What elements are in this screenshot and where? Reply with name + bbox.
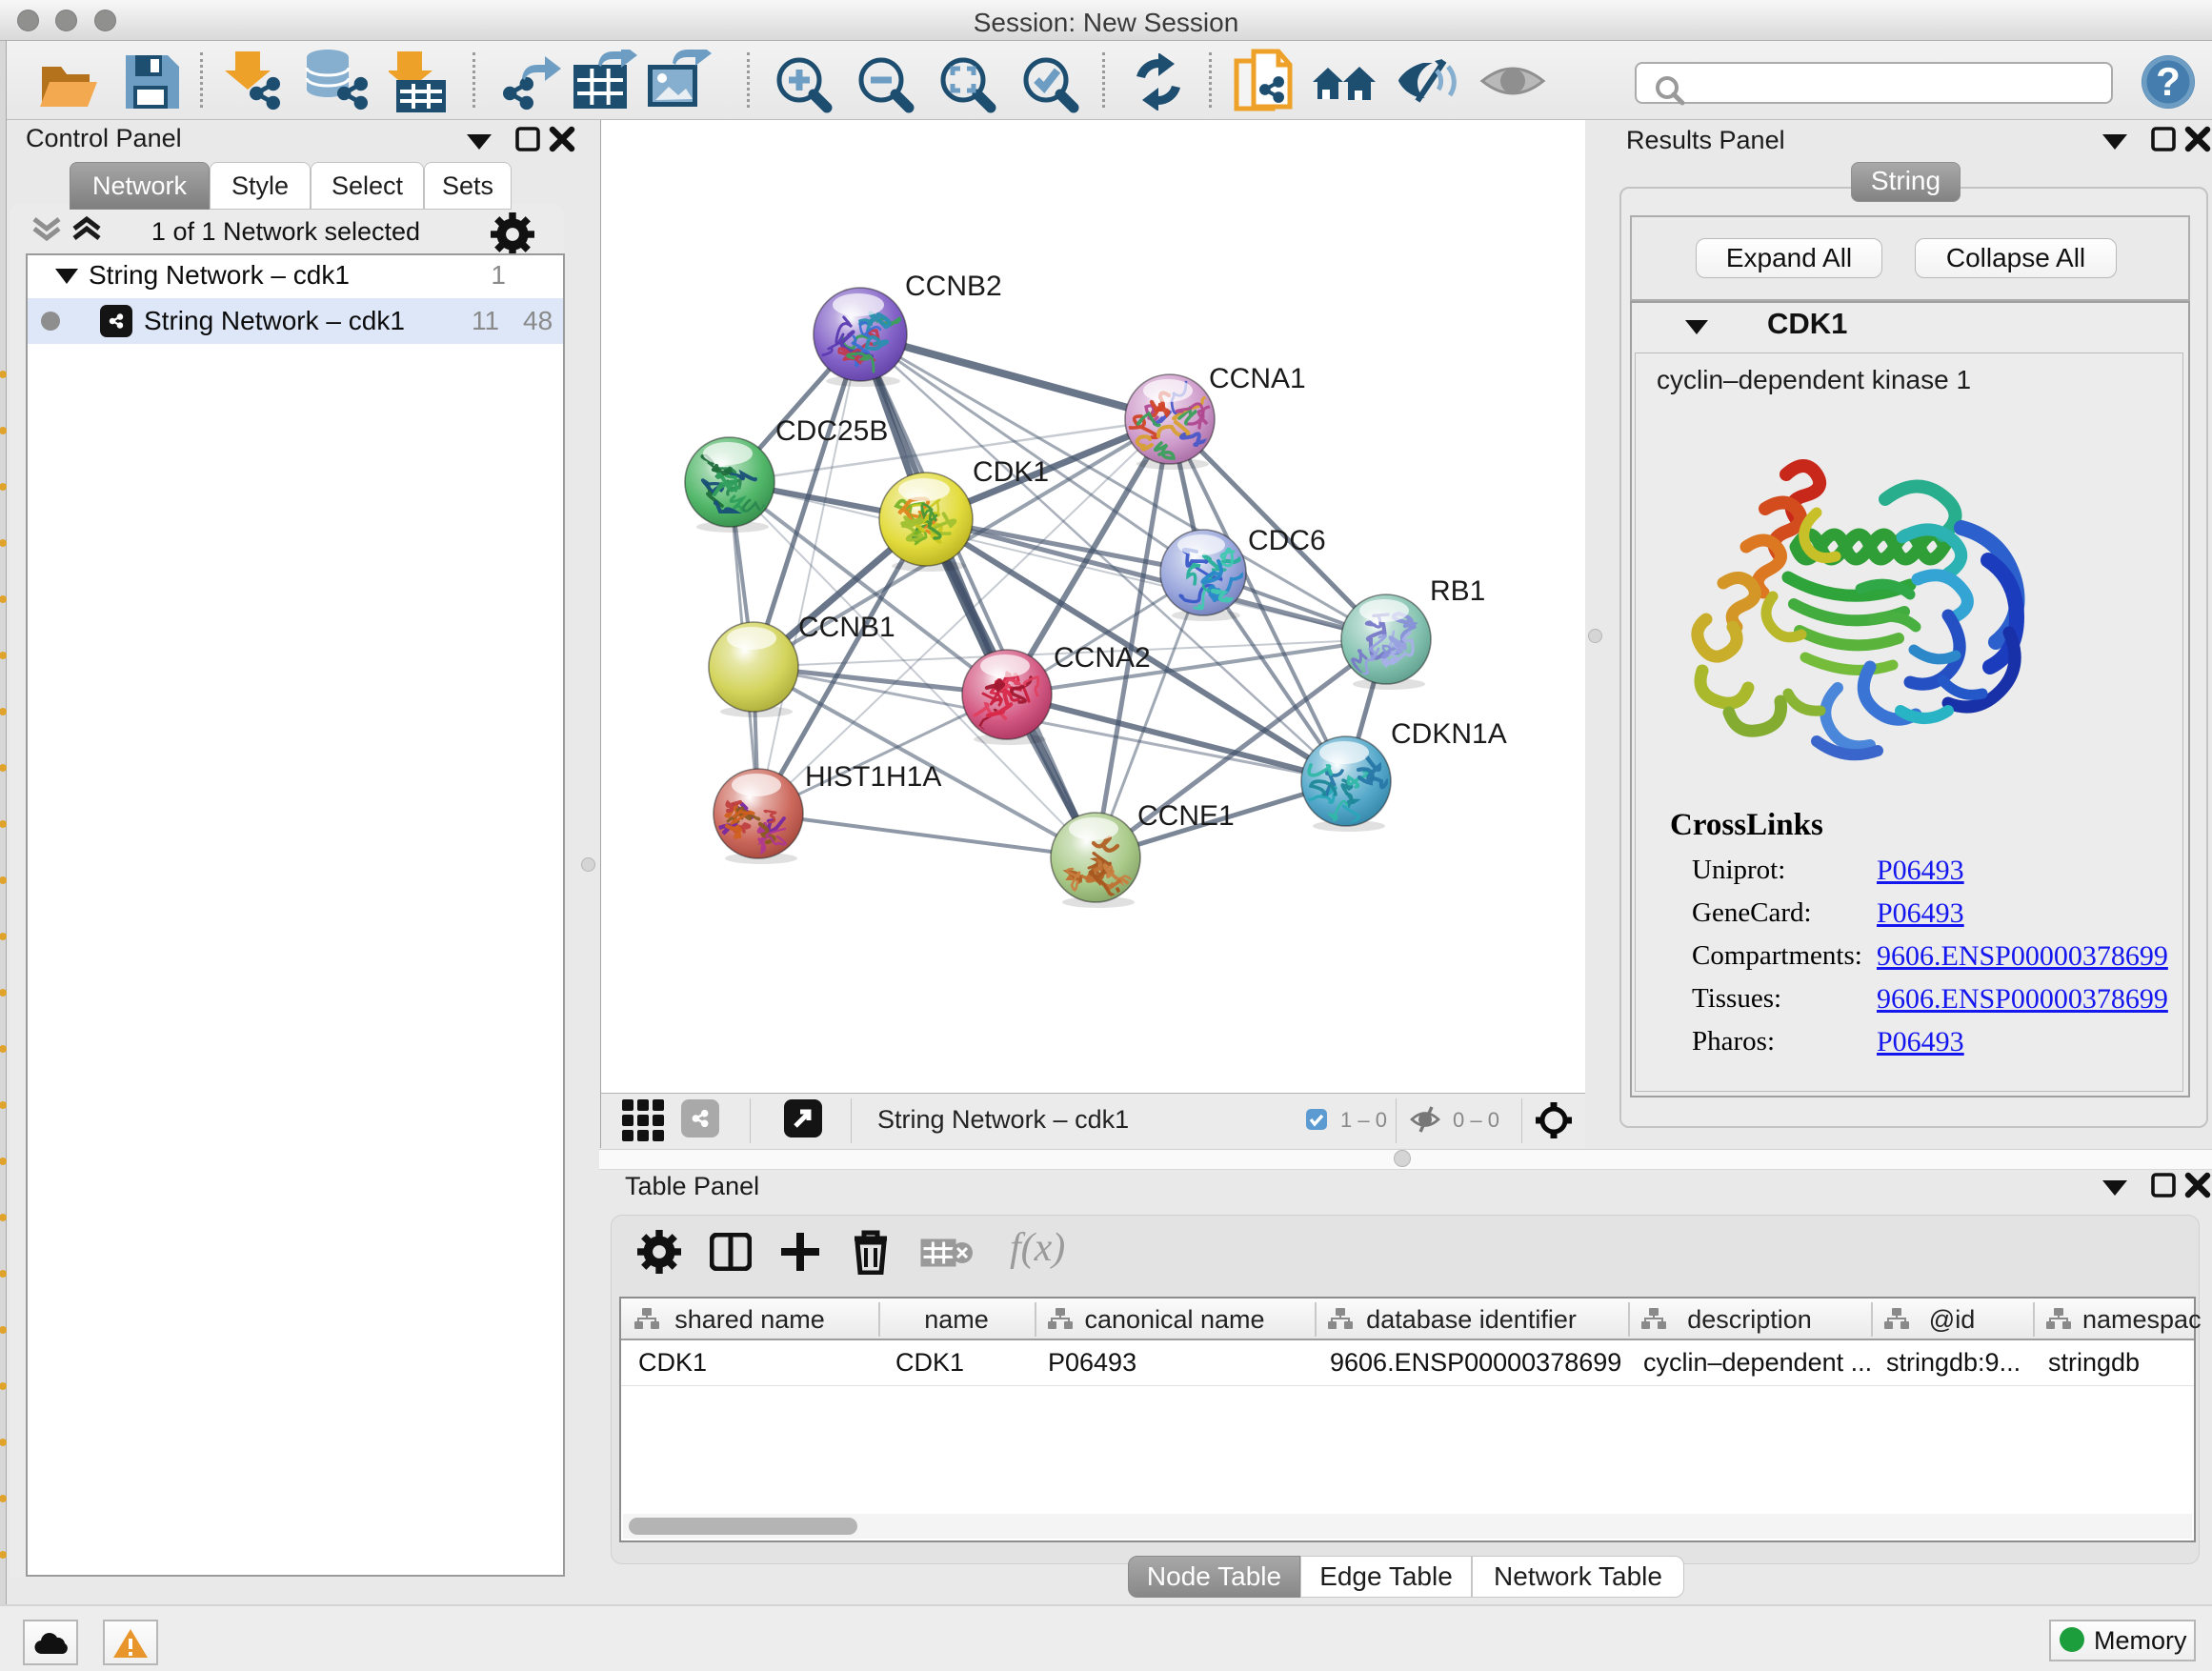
svg-text:?: ? (2156, 59, 2181, 104)
svg-text:CDC6: CDC6 (1248, 525, 1326, 556)
svg-text:CCNA1: CCNA1 (1209, 363, 1306, 394)
svg-text:CCNA2: CCNA2 (1054, 642, 1151, 674)
svg-text:RB1: RB1 (1430, 575, 1485, 607)
svg-text:CDC25B: CDC25B (775, 415, 888, 447)
svg-text:CCNE1: CCNE1 (1137, 800, 1235, 832)
svg-text:HIST1H1A: HIST1H1A (805, 761, 941, 793)
svg-text:CCNB2: CCNB2 (905, 271, 1002, 302)
svg-text:CDK1: CDK1 (973, 456, 1049, 488)
svg-text:CCNB1: CCNB1 (798, 612, 895, 643)
svg-text:CDKN1A: CDKN1A (1391, 718, 1507, 750)
